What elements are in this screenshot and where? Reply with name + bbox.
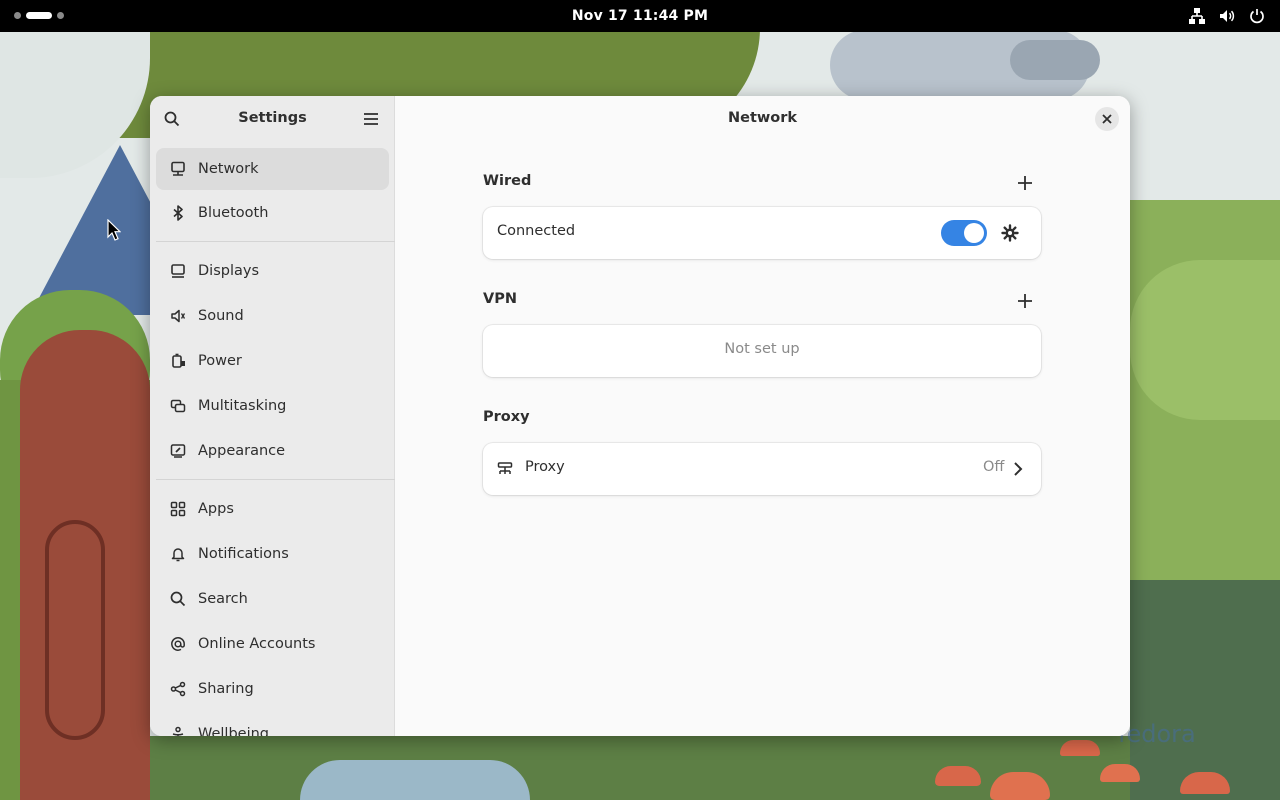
sidebar-divider <box>156 241 395 242</box>
vpn-row: Not set up <box>483 325 1041 377</box>
add-wired-button[interactable] <box>1013 171 1037 195</box>
share-icon <box>170 681 186 696</box>
sidebar-item-search[interactable]: Search <box>156 576 389 621</box>
vpn-heading: VPN <box>483 291 517 307</box>
sidebar-item-multitasking[interactable]: Multitasking <box>156 383 389 428</box>
system-tray[interactable] <box>1188 7 1266 25</box>
sidebar-item-power[interactable]: Power <box>156 338 389 383</box>
wired-heading: Wired <box>483 173 532 189</box>
add-vpn-button[interactable] <box>1013 289 1037 313</box>
wellbeing-icon <box>172 726 184 736</box>
mouse-cursor-icon <box>107 219 121 241</box>
clock[interactable]: Nov 17 11:44 PM <box>0 0 1280 32</box>
plus-icon <box>1018 176 1032 190</box>
battery-icon <box>172 353 185 368</box>
page-title: Network <box>727 110 798 126</box>
sidebar-item-online-accounts[interactable]: Online Accounts <box>156 621 389 666</box>
vpn-status: Not set up <box>724 341 800 357</box>
display-icon <box>171 263 185 278</box>
multitasking-icon <box>170 399 186 412</box>
sidebar-item-notifications[interactable]: Notifications <box>156 531 389 576</box>
sidebar-item-bluetooth[interactable]: Bluetooth <box>156 190 389 235</box>
close-button[interactable] <box>1095 107 1119 131</box>
network-wired-icon <box>1188 7 1206 25</box>
sidebar-divider <box>156 479 395 480</box>
volume-icon <box>1218 7 1236 25</box>
gear-icon <box>1001 224 1019 242</box>
proxy-section-header: Proxy <box>483 407 1043 431</box>
apps-grid-icon <box>170 501 186 516</box>
bluetooth-icon <box>173 204 183 221</box>
close-icon <box>1102 114 1112 124</box>
wired-section-header: Wired <box>483 171 1043 195</box>
sidebar-list: Network Bluetooth Displays Sound Power M… <box>150 148 395 736</box>
appearance-icon <box>170 443 186 458</box>
sidebar-item-sound[interactable]: Sound <box>156 293 389 338</box>
network-icon <box>171 161 185 176</box>
network-panel: Network Wired Connected VPN Not set up P… <box>395 96 1130 736</box>
settings-window: Settings Network Bluetooth Displays Soun… <box>150 96 1130 736</box>
main-menu-button[interactable] <box>358 106 384 132</box>
sidebar-item-sharing[interactable]: Sharing <box>156 666 389 711</box>
vpn-section-header: VPN <box>483 289 1043 313</box>
sidebar-item-apps[interactable]: Apps <box>156 486 389 531</box>
wired-toggle[interactable] <box>941 220 987 246</box>
proxy-label: Proxy <box>525 459 565 475</box>
at-icon <box>171 636 185 651</box>
search-icon <box>170 591 186 606</box>
sidebar-item-displays[interactable]: Displays <box>156 248 389 293</box>
sidebar-item-wellbeing[interactable]: Wellbeing <box>156 711 389 736</box>
proxy-row[interactable]: Proxy Off <box>483 443 1041 495</box>
proxy-value: Off <box>983 459 1005 475</box>
proxy-icon <box>497 462 513 474</box>
speaker-icon <box>171 309 186 322</box>
wired-status: Connected <box>497 223 576 239</box>
power-icon <box>1248 7 1266 25</box>
sidebar-item-appearance[interactable]: Appearance <box>156 428 389 473</box>
hamburger-menu-icon <box>364 113 378 125</box>
sidebar-header: Settings <box>150 96 394 142</box>
top-bar: Nov 17 11:44 PM <box>0 0 1280 32</box>
sidebar-item-network[interactable]: Network <box>156 148 389 190</box>
bell-icon <box>171 547 185 561</box>
wired-connection-row: Connected <box>483 207 1041 259</box>
proxy-heading: Proxy <box>483 409 530 425</box>
sidebar: Settings Network Bluetooth Displays Soun… <box>150 96 395 736</box>
plus-icon <box>1018 294 1032 308</box>
chevron-right-icon <box>1014 462 1023 476</box>
wired-settings-button[interactable] <box>999 222 1021 244</box>
